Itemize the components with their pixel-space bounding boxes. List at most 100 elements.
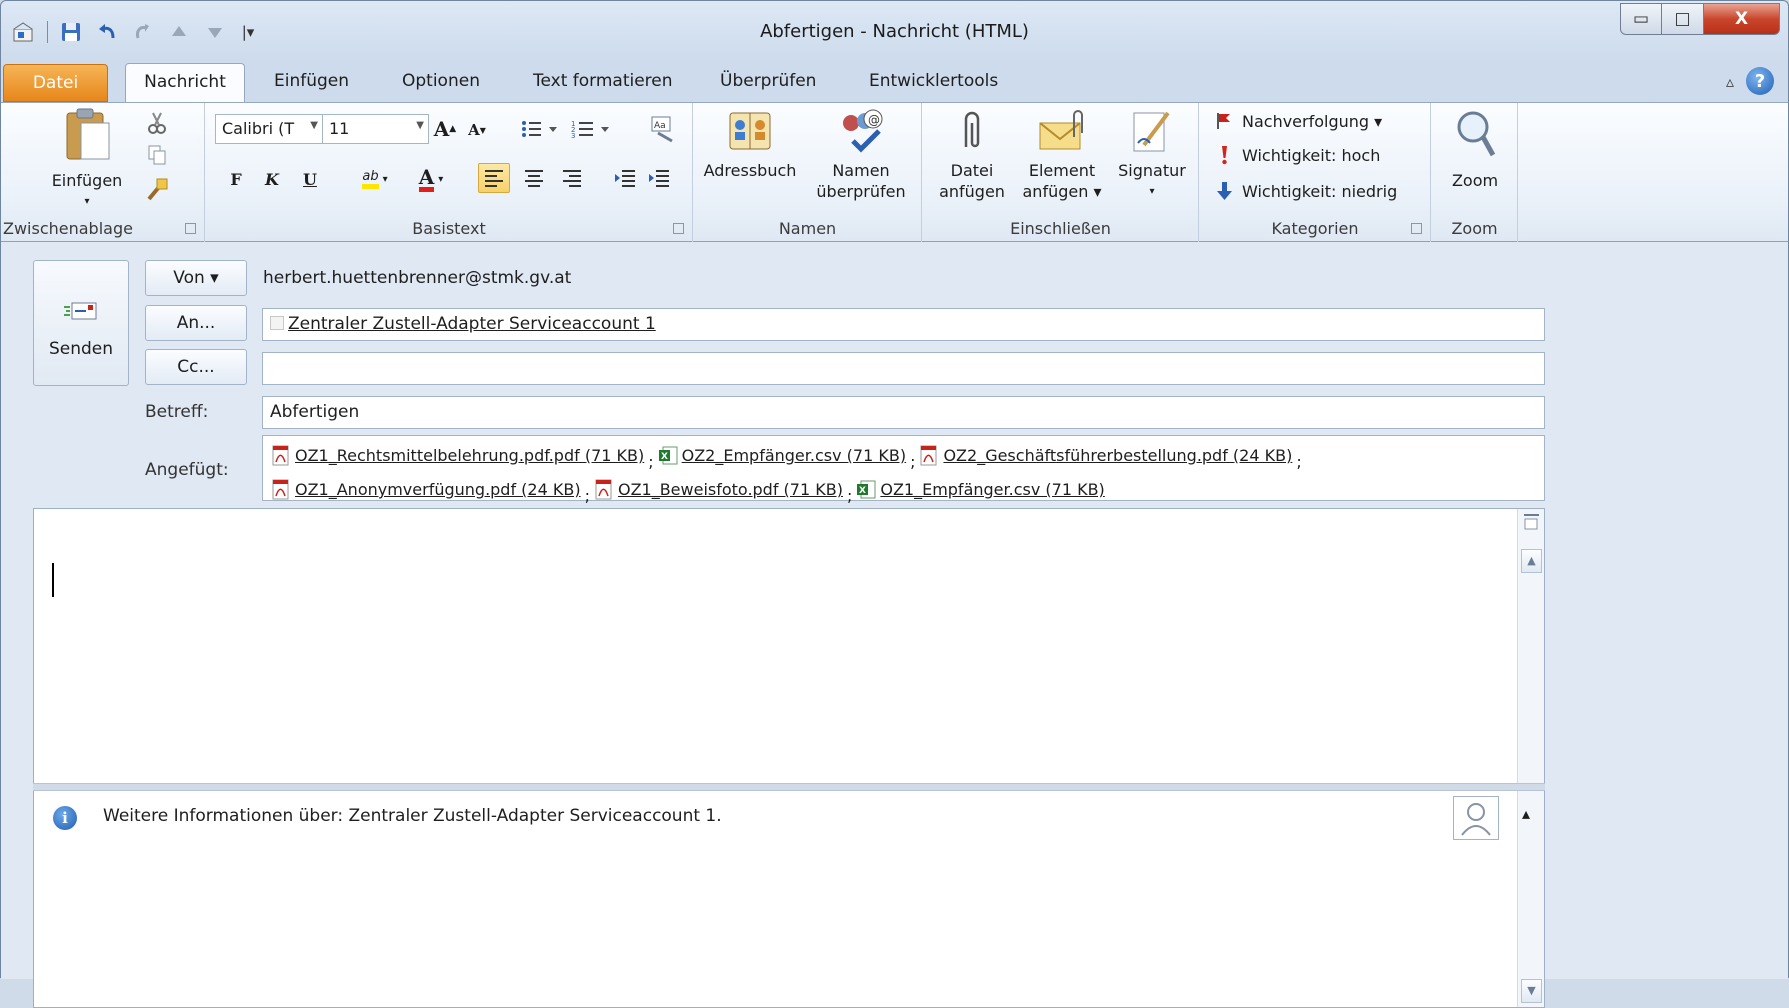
paperclip-icon xyxy=(964,111,980,148)
italic-button[interactable]: K xyxy=(260,165,284,193)
styles-icon[interactable]: Aa xyxy=(646,113,678,145)
exclamation-icon xyxy=(1222,146,1227,165)
font-name-combo[interactable]: Calibri (T ▼ xyxy=(215,114,323,144)
to-button[interactable]: An... xyxy=(145,305,247,341)
from-button[interactable]: Von ▾ xyxy=(145,260,247,296)
subject-field[interactable]: Abfertigen xyxy=(262,396,1545,429)
align-left-button[interactable] xyxy=(478,163,510,193)
bold-button[interactable]: F xyxy=(224,165,248,193)
signature-label: Signatur xyxy=(1118,161,1186,180)
envelope-clip-icon xyxy=(1039,110,1083,150)
numbering-icon: 123 xyxy=(571,120,609,139)
align-center-icon xyxy=(525,170,543,187)
subject-label: Betreff: xyxy=(145,402,209,422)
tab-insert[interactable]: Einfügen xyxy=(274,63,349,103)
importance-low-button[interactable]: Wichtigkeit: niedrig xyxy=(1214,177,1397,205)
people-pane-info[interactable]: Weitere Informationen über: Zentraler Zu… xyxy=(103,806,722,826)
rich-text-ruler-icon[interactable] xyxy=(1523,513,1540,531)
check-names-icon: @ xyxy=(843,109,883,153)
minimize-ribbon-icon[interactable]: ▵ xyxy=(1726,72,1734,91)
attachment-item[interactable]: OZ1_Beweisfoto.pdf (71 KB) xyxy=(594,476,843,504)
dialog-launcher-icon[interactable] xyxy=(673,223,684,234)
font-size-combo[interactable]: 11 ▼ xyxy=(322,114,429,144)
tab-developer[interactable]: Entwicklertools xyxy=(869,63,998,103)
attach-file-label-2: anfügen xyxy=(939,182,1005,201)
attachment-separator: ; xyxy=(584,486,590,505)
bullets-button[interactable] xyxy=(518,115,564,143)
tab-file[interactable]: Datei xyxy=(3,64,108,102)
dialog-launcher-icon[interactable] xyxy=(185,223,196,234)
align-right-button[interactable] xyxy=(556,163,588,193)
chevron-down-icon: ▼ xyxy=(416,120,424,131)
attach-file-label-1: Datei xyxy=(950,161,994,180)
align-left-icon xyxy=(485,170,503,187)
outlook-message-window: |▾ Abfertigen - Nachricht (HTML) ▭ □ X D… xyxy=(0,0,1789,1008)
help-icon[interactable]: ? xyxy=(1746,67,1774,95)
minimize-button[interactable]: ▭ xyxy=(1620,3,1662,35)
people-pane-splitter[interactable] xyxy=(33,783,1545,791)
zoom-button[interactable]: Zoom xyxy=(1438,107,1512,191)
signature-icon xyxy=(1133,111,1170,152)
underline-button[interactable]: U xyxy=(298,165,322,193)
info-icon: i xyxy=(53,806,77,830)
cc-field[interactable] xyxy=(262,352,1545,385)
importance-low-label: Wichtigkeit: niedrig xyxy=(1242,181,1398,201)
attach-item-button[interactable]: Element anfügen ▾ xyxy=(1017,107,1107,202)
dialog-launcher-icon[interactable] xyxy=(1411,223,1422,234)
importance-high-button[interactable]: Wichtigkeit: hoch xyxy=(1214,141,1380,169)
shrink-font-button[interactable]: A ▼ xyxy=(464,117,490,143)
close-button[interactable]: X xyxy=(1704,3,1780,35)
decrease-indent-button[interactable] xyxy=(610,163,640,193)
group-tags: Nachverfolgung ▾ Wichtigkeit: hoch Wicht… xyxy=(1200,103,1431,242)
tab-message[interactable]: Nachricht xyxy=(125,63,245,104)
excel-icon: X xyxy=(658,446,678,465)
paste-icon xyxy=(66,108,110,160)
check-names-button[interactable]: @ Namen überprüfen xyxy=(806,107,916,202)
attachment-item[interactable]: OZ2_Geschäftsführerbestellung.pdf (24 KB… xyxy=(919,442,1292,470)
expand-people-pane-button[interactable]: ▴ xyxy=(1522,804,1530,823)
excel-icon: X xyxy=(857,480,876,499)
align-center-button[interactable] xyxy=(518,163,550,193)
follow-up-button[interactable]: Nachverfolgung ▾ xyxy=(1214,107,1382,135)
highlight-button[interactable]: ab ▾ xyxy=(348,163,402,195)
tab-options[interactable]: Optionen xyxy=(402,63,480,103)
message-body[interactable]: ▲ ▼ xyxy=(33,508,1545,1008)
pdf-icon xyxy=(920,445,937,466)
vertical-scrollbar[interactable]: ▲ ▼ xyxy=(1517,509,1544,1007)
attachment-item[interactable]: OZ1_Rechtsmittelbelehrung.pdf.pdf (71 KB… xyxy=(271,442,644,470)
attach-file-button[interactable]: Datei anfügen xyxy=(929,107,1015,202)
attachment-name: OZ1_Rechtsmittelbelehrung.pdf.pdf (71 KB… xyxy=(295,446,645,465)
attachment-item[interactable]: OZ1_Anonymverfügung.pdf (24 KB) xyxy=(271,476,581,504)
paste-button[interactable]: Einfügen ▾ xyxy=(47,107,127,207)
avatar[interactable] xyxy=(1453,796,1499,840)
maximize-button[interactable]: □ xyxy=(1662,3,1704,35)
scroll-down-button[interactable]: ▼ xyxy=(1521,979,1542,1003)
format-painter-icon[interactable] xyxy=(143,175,171,203)
paste-dropdown-icon[interactable]: ▾ xyxy=(47,191,127,212)
address-book-button[interactable]: Adressbuch xyxy=(700,107,800,181)
group-label-tags: Kategorien xyxy=(1271,219,1359,238)
follow-up-label: Nachverfolgung ▾ xyxy=(1242,111,1383,131)
send-label: Senden xyxy=(48,339,114,359)
scroll-up-button[interactable]: ▲ xyxy=(1521,549,1542,573)
tab-review[interactable]: Überprüfen xyxy=(720,63,816,103)
increase-indent-button[interactable] xyxy=(644,163,674,193)
grow-font-button[interactable]: A ▲ xyxy=(432,115,458,143)
bullets-icon xyxy=(522,121,557,137)
attachment-item[interactable]: X OZ1_Empfänger.csv (71 KB) xyxy=(856,476,1105,504)
send-button[interactable]: Senden xyxy=(33,260,129,386)
font-color-button[interactable]: A ▾ xyxy=(406,163,456,195)
cut-icon[interactable] xyxy=(143,109,171,137)
flag-icon xyxy=(1217,113,1230,129)
tab-format-text[interactable]: Text formatieren xyxy=(533,63,673,103)
cc-button[interactable]: Cc... xyxy=(145,349,247,385)
numbering-button[interactable]: 123 xyxy=(568,115,618,143)
attachment-item[interactable]: X OZ2_Empfänger.csv (71 KB) xyxy=(658,442,906,470)
to-field[interactable]: Zentraler Zustell-Adapter Serviceaccount… xyxy=(262,308,1545,341)
clipboard-label-text: Zwischenablage xyxy=(3,219,133,238)
signature-button[interactable]: Signatur ▾ xyxy=(1109,107,1195,202)
check-names-label-1: Namen xyxy=(832,161,890,180)
recipient-to[interactable]: Zentraler Zustell-Adapter Serviceaccount… xyxy=(288,314,656,334)
copy-icon[interactable] xyxy=(143,141,171,169)
chevron-down-icon: ▾ xyxy=(1149,186,1155,197)
